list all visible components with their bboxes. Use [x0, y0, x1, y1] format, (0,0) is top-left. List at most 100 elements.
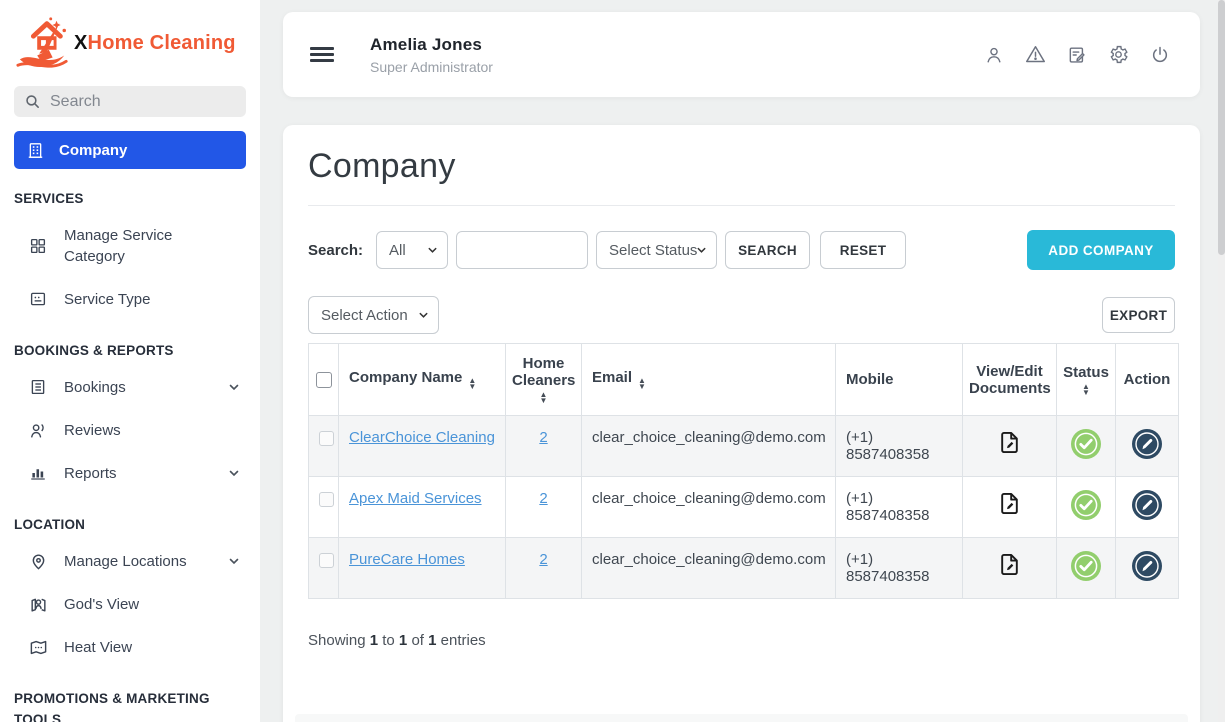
sidebar-item-gods-view[interactable]: God's View [14, 583, 246, 626]
column-label: Email [592, 369, 632, 386]
sidebar-search [14, 86, 246, 117]
column-label: Action [1124, 371, 1171, 388]
reviews-icon [28, 421, 48, 440]
column-label: Mobile [846, 371, 894, 388]
row-checkbox[interactable] [319, 431, 334, 446]
sidebar-section-location: LOCATION [14, 515, 246, 536]
summary-text: to [382, 632, 395, 649]
status-active-icon[interactable] [1071, 429, 1101, 459]
power-icon[interactable] [1150, 45, 1170, 65]
sidebar-item-label: Reviews [64, 420, 121, 441]
search-field-value: All [389, 242, 406, 259]
sidebar-search-input[interactable] [14, 86, 246, 117]
chevron-down-icon [228, 467, 240, 479]
edit-action-icon[interactable] [1132, 551, 1162, 581]
page-title: Company [308, 147, 1175, 186]
search-field-select[interactable]: All [376, 231, 448, 269]
summary-text: entries [441, 632, 486, 649]
bar-chart-icon [28, 464, 48, 482]
sidebar: XHome Cleaning Company SERVICES Manage [0, 0, 260, 722]
summary-text: of [411, 632, 424, 649]
chevron-down-icon [228, 555, 240, 567]
sidebar-item-bookings[interactable]: Bookings [14, 366, 246, 409]
form-edit-icon[interactable] [1067, 45, 1087, 65]
mobile-cell: (+1) 8587408358 [836, 416, 963, 477]
user-block: Amelia Jones Super Administrator [370, 35, 493, 75]
sidebar-item-label: Manage Service Category [64, 225, 214, 267]
view-edit-documents-icon[interactable] [996, 490, 1023, 517]
reset-button[interactable]: RESET [820, 231, 906, 269]
column-mobile: Mobile [836, 344, 963, 416]
cleaners-count-link[interactable]: 2 [539, 429, 547, 446]
gear-icon[interactable] [1108, 44, 1129, 65]
status-filter-select[interactable]: Select Status [596, 231, 717, 269]
row-checkbox[interactable] [319, 492, 334, 507]
sidebar-item-company-label: Company [59, 142, 127, 159]
scrollbar-thumb[interactable] [1218, 0, 1225, 255]
page-scrollbar[interactable] [1218, 0, 1225, 722]
grid-icon [28, 237, 48, 255]
view-edit-documents-icon[interactable] [996, 429, 1023, 456]
sidebar-item-label: Manage Locations [64, 551, 187, 572]
search-icon [24, 93, 41, 110]
filter-bar: Search: All Select Status SEARCH RESET A… [308, 230, 1175, 270]
row-checkbox[interactable] [319, 553, 334, 568]
user-role: Super Administrator [370, 59, 493, 75]
chevron-down-icon [696, 245, 707, 256]
alert-icon[interactable] [1025, 44, 1046, 65]
map-pin-icon [28, 552, 48, 571]
column-action: Action [1116, 344, 1179, 416]
sidebar-item-heat-view[interactable]: Heat View [14, 626, 246, 669]
card-icon [28, 290, 48, 308]
main-area: Amelia Jones Super Administrator [260, 0, 1225, 722]
sidebar-item-label: Service Type [64, 289, 150, 310]
search-term-input[interactable] [456, 231, 588, 269]
brand-rest: Home Cleaning [88, 32, 236, 54]
view-edit-documents-icon[interactable] [996, 551, 1023, 578]
column-documents: View/Edit Documents [963, 344, 1057, 416]
sidebar-item-manage-service-category[interactable]: Manage Service Category [14, 214, 246, 278]
column-email[interactable]: Email▲▼ [582, 344, 836, 416]
sidebar-item-reviews[interactable]: Reviews [14, 409, 246, 452]
cleaners-count-link[interactable]: 2 [539, 490, 547, 507]
menu-toggle-icon[interactable] [310, 39, 334, 69]
status-active-icon[interactable] [1071, 490, 1101, 520]
edit-action-icon[interactable] [1132, 490, 1162, 520]
profile-icon[interactable] [984, 45, 1004, 65]
sidebar-item-label: Reports [64, 463, 117, 484]
search-button[interactable]: SEARCH [725, 231, 810, 269]
divider [308, 205, 1175, 206]
mobile-cell: (+1) 8587408358 [836, 538, 963, 599]
sidebar-item-reports[interactable]: Reports [14, 452, 246, 495]
sidebar-item-manage-locations[interactable]: Manage Locations [14, 540, 246, 583]
column-label: Home Cleaners [512, 355, 575, 389]
edit-action-icon[interactable] [1132, 429, 1162, 459]
bulk-action-select[interactable]: Select Action [308, 296, 439, 334]
status-active-icon[interactable] [1071, 551, 1101, 581]
search-label: Search: [308, 242, 363, 259]
column-home-cleaners[interactable]: Home Cleaners▲▼ [506, 344, 582, 416]
cleaners-count-link[interactable]: 2 [539, 551, 547, 568]
company-link[interactable]: ClearChoice Cleaning [349, 429, 495, 446]
column-company-name[interactable]: Company Name▲▼ [339, 344, 506, 416]
email-cell: clear_choice_cleaning@demo.com [582, 416, 836, 477]
sidebar-section-bookings-reports: BOOKINGS & REPORTS [14, 341, 246, 362]
email-cell: clear_choice_cleaning@demo.com [582, 477, 836, 538]
company-link[interactable]: Apex Maid Services [349, 490, 482, 507]
sidebar-section-promotions: PROMOTIONS & MARKETING TOOLS [14, 689, 244, 722]
column-status[interactable]: Status▲▼ [1057, 344, 1116, 416]
brand-logo[interactable]: XHome Cleaning [14, 12, 246, 74]
bookings-list-icon [28, 378, 48, 396]
export-button[interactable]: EXPORT [1102, 297, 1175, 333]
column-label: View/Edit Documents [969, 363, 1051, 397]
company-link[interactable]: PureCare Homes [349, 551, 465, 568]
add-company-button[interactable]: ADD COMPANY [1027, 230, 1175, 270]
email-cell: clear_choice_cleaning@demo.com [582, 538, 836, 599]
sort-icon: ▲▼ [1082, 384, 1090, 396]
select-all-checkbox[interactable] [316, 372, 332, 388]
summary-number: 1 [370, 632, 378, 649]
sidebar-item-company[interactable]: Company [14, 131, 246, 169]
table-header-row: Company Name▲▼ Home Cleaners▲▼ Email▲▼ M… [309, 344, 1179, 416]
sidebar-item-service-type[interactable]: Service Type [14, 278, 246, 321]
brand-logo-icon [14, 15, 72, 71]
